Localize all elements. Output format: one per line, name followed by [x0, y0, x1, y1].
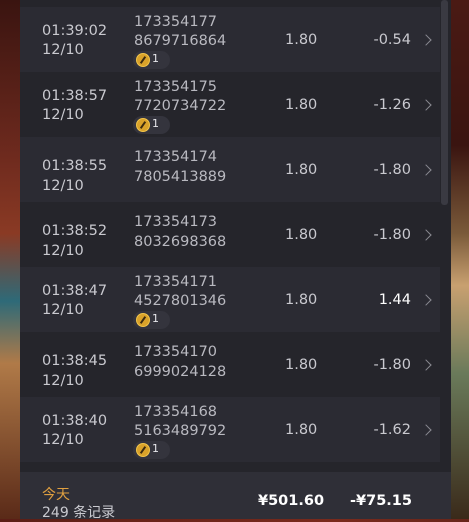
coin-icon	[136, 53, 150, 67]
record-id-line2: 6999024128	[134, 364, 227, 380]
record-badge: 1	[133, 441, 170, 459]
record-id-line1: 173354177	[134, 14, 218, 30]
chevron-right-icon[interactable]	[420, 294, 432, 306]
record-row[interactable]: 01:38:40 12/10 173354168 5163489792 1.80 -1.6…	[20, 397, 440, 462]
record-id-line2: 5163489792	[134, 423, 227, 439]
record-time: 01:38:52	[42, 223, 108, 239]
record-row[interactable]: 01:38:47 12/10 173354171 4527801346 1.80 1.44…	[20, 267, 440, 332]
record-time: 01:39:02	[42, 23, 108, 39]
record-badge: 1	[133, 311, 170, 329]
background-right	[451, 0, 469, 519]
record-id-line2: 7720734722	[134, 98, 227, 114]
coin-icon	[136, 443, 150, 457]
record-badge: 1	[133, 116, 170, 134]
record-id-line2: 8032698368	[134, 234, 227, 250]
record-pnl: -1.80	[373, 227, 411, 243]
record-badge-count: 1	[152, 442, 159, 455]
record-date: 12/10	[42, 42, 84, 58]
chevron-right-icon[interactable]	[420, 34, 432, 46]
record-id-line1: 173354171	[134, 274, 218, 290]
record-id-line1: 173354175	[134, 79, 218, 95]
coin-icon	[136, 313, 150, 327]
record-row[interactable]: 01:38:52 12/10 173354173 8032698368 1.80 -1.8…	[20, 202, 440, 267]
record-bet-amount: 1.80	[285, 422, 318, 438]
summary-total-pnl: -¥75.15	[350, 493, 412, 509]
summary-footer: 今天 249 条记录 ¥501.60 -¥75.15	[20, 472, 451, 522]
chevron-right-icon[interactable]	[420, 229, 432, 241]
record-id-line2: 8679716864	[134, 33, 227, 49]
summary-total-bet: ¥501.60	[258, 493, 325, 509]
coin-icon	[136, 118, 150, 132]
record-row[interactable]: 01:38:45 12/10 173354170 6999024128 1.80 -1.8…	[20, 332, 440, 397]
chevron-right-icon[interactable]	[420, 164, 432, 176]
record-bet-amount: 1.80	[285, 292, 318, 308]
record-pnl: -1.80	[373, 162, 411, 178]
summary-period-label: 今天	[42, 487, 70, 503]
record-pnl: 1.44	[378, 292, 411, 308]
background-left	[0, 0, 20, 519]
record-date: 12/10	[42, 243, 84, 259]
chevron-right-icon[interactable]	[420, 99, 432, 111]
chevron-right-icon[interactable]	[420, 359, 432, 371]
record-pnl: -1.80	[373, 357, 411, 373]
record-pnl: -1.62	[373, 422, 411, 438]
record-id-line1: 173354174	[134, 149, 218, 165]
record-bet-amount: 1.80	[285, 357, 318, 373]
record-id-line1: 173354173	[134, 214, 218, 230]
record-time: 01:38:55	[42, 158, 108, 174]
record-date: 12/10	[42, 373, 84, 389]
record-id-line2: 7805413889	[134, 169, 227, 185]
record-badge-count: 1	[152, 312, 159, 325]
record-id-line2: 4527801346	[134, 293, 227, 309]
record-bet-amount: 1.80	[285, 32, 318, 48]
record-bet-amount: 1.80	[285, 97, 318, 113]
chevron-right-icon[interactable]	[420, 424, 432, 436]
record-badge-count: 1	[152, 52, 159, 65]
bet-history-panel: 01:39:02 12/10 173354177 8679716864 1.80 -0.5…	[20, 0, 451, 522]
record-time: 01:38:57	[42, 88, 108, 104]
scrollbar[interactable]	[441, 0, 448, 205]
record-bet-amount: 1.80	[285, 227, 318, 243]
record-row[interactable]: 01:38:55 12/10 173354174 7805413889 1.80 -1.8…	[20, 137, 440, 202]
record-date: 12/10	[42, 432, 84, 448]
record-time: 01:38:45	[42, 353, 108, 369]
record-pnl: -1.26	[373, 97, 411, 113]
record-row[interactable]: 01:39:02 12/10 173354177 8679716864 1.80 -0.5…	[20, 7, 440, 72]
record-pnl: -0.54	[373, 32, 411, 48]
record-id-line1: 173354170	[134, 344, 218, 360]
record-time: 01:38:47	[42, 283, 108, 299]
record-bet-amount: 1.80	[285, 162, 318, 178]
record-id-line1: 173354168	[134, 404, 218, 420]
record-time: 01:38:40	[42, 413, 108, 429]
summary-record-count: 249 条记录	[42, 502, 115, 522]
record-date: 12/10	[42, 178, 84, 194]
record-date: 12/10	[42, 107, 84, 123]
record-badge-count: 1	[152, 117, 159, 130]
record-row[interactable]: 01:38:57 12/10 173354175 7720734722 1.80 -1.2…	[20, 72, 440, 137]
record-badge: 1	[133, 51, 170, 69]
record-date: 12/10	[42, 302, 84, 318]
